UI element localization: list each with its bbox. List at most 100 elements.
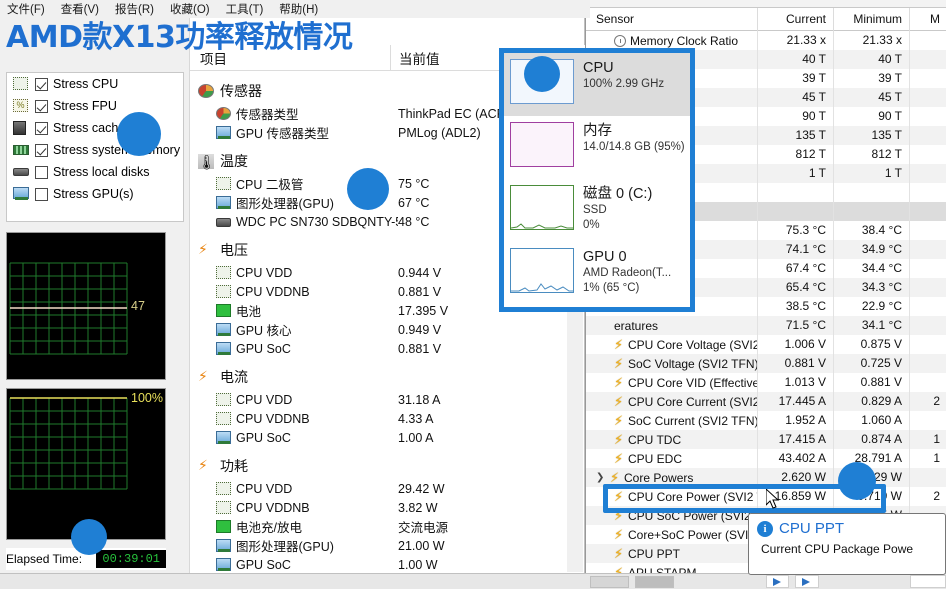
summary-row[interactable]: CPU VDD 29.42 W <box>190 479 585 498</box>
task-manager-resource-row[interactable]: 磁盘 0 (C:) SSD 0% <box>504 179 690 242</box>
taskbar-button-1[interactable] <box>590 575 630 588</box>
sensor-minimum-value: 45 T <box>834 88 910 107</box>
sensor-minimum-value: 0.725 V <box>834 354 910 373</box>
summary-row-value: 0.881 V <box>398 341 442 356</box>
summary-row-value: 1.00 A <box>398 430 434 445</box>
sensor-maximum-value: 2 <box>933 489 940 503</box>
summary-row-label: 图形处理器(GPU) <box>236 197 334 211</box>
sensor-minimum-value: 39 T <box>834 69 910 88</box>
resource-graph-thumbnail <box>510 185 574 230</box>
sensor-name-label: eratures <box>614 318 659 333</box>
sensor-maximum-value <box>910 107 946 126</box>
summary-group-title: 电流 <box>220 369 248 385</box>
sensor-current-value: 74.1 °C <box>758 240 834 259</box>
sensor-maximum-value <box>910 278 946 297</box>
sensor-name-cell: ⚡ Core+SoC Power (SVI2 T... <box>586 525 758 544</box>
summary-row[interactable]: CPU VDDNB 4.33 A <box>190 409 585 428</box>
table-row[interactable]: ⚡ CPU Core VID (Effective) 1.013 V 0.881 V <box>586 373 946 392</box>
chevron-right-icon[interactable]: ❯ <box>596 472 606 483</box>
taskbar <box>0 573 946 589</box>
summary-row-name-cell: GPU 传感器类型 <box>216 123 398 142</box>
sensor-minimum-value: 34.3 °C <box>834 278 910 297</box>
sensor-name-label: CPU EDC <box>628 451 683 466</box>
summary-row-value: 31.18 A <box>398 392 441 407</box>
checkbox[interactable] <box>35 99 48 113</box>
checkbox[interactable] <box>35 165 48 179</box>
sensor-current-value: 135 T <box>758 126 834 145</box>
summary-row-name-cell: 电池 <box>216 301 398 320</box>
gpu-icon <box>216 431 231 444</box>
checkbox[interactable] <box>35 187 48 201</box>
summary-row-name-cell: CPU VDD <box>216 266 398 280</box>
gpu-icon <box>216 196 231 209</box>
table-row[interactable]: ⚡ CPU TDC 17.415 A 0.874 A 1 <box>586 430 946 449</box>
summary-row-name-cell: CPU VDDNB <box>216 285 398 299</box>
column-header-minimum[interactable]: Minimum <box>834 7 910 31</box>
column-header-maximum[interactable]: M <box>910 8 946 31</box>
resource-detail: 0% <box>583 219 600 231</box>
summary-row-value: 21.00 W <box>398 538 445 553</box>
checkbox[interactable] <box>35 121 48 135</box>
summary-row[interactable]: 图形处理器(GPU) 21.00 W <box>190 536 585 555</box>
summary-row[interactable]: GPU 核心 0.949 V <box>190 320 585 339</box>
sensor-maximum-value <box>910 411 946 430</box>
sensor-maximum-value <box>910 240 946 259</box>
task-manager-resource-row[interactable]: GPU 0 AMD Radeon(T... 1% (65 °C) <box>504 242 690 305</box>
sensor-maximum-value <box>910 88 946 107</box>
sensor-name-label: CPU Core Voltage (SVI2 ... <box>628 337 758 352</box>
sensor-current-value: 0.881 V <box>758 354 834 373</box>
stress-option-row[interactable]: Stress local disks <box>7 161 183 183</box>
table-row[interactable]: ⚡ CPU Core Voltage (SVI2 ...1.006 V0.875 … <box>586 335 946 354</box>
taskbar-app-icon-1[interactable] <box>766 575 790 588</box>
summary-group-header[interactable]: ⚡ 功耗 <box>190 453 585 479</box>
summary-row[interactable]: GPU SoC 0.881 V <box>190 339 585 358</box>
sensor-name-label: CPU PPT <box>628 546 681 561</box>
sensor-maximum-value <box>910 126 946 145</box>
table-row[interactable]: ⚡ SoC Current (SVI2 TFN) 1.952 A 1.060 A <box>586 411 946 430</box>
summary-row[interactable]: 电池充/放电 交流电源 <box>190 517 585 536</box>
taskbar-app-icon-3[interactable] <box>910 575 946 588</box>
resource-subtitle: 100% 2.99 GHz <box>583 78 665 90</box>
table-row[interactable]: ⚡ CPU EDC 43.402 A 28.791 A1 <box>586 449 946 468</box>
table-row[interactable]: ⚡ CPU Core Current (SVI2 ...17.445 A0.829… <box>586 392 946 411</box>
summary-row[interactable]: GPU SoC 1.00 A <box>190 428 585 447</box>
sensor-maximum-value <box>910 316 946 335</box>
resource-text-block: GPU 0 AMD Radeon(T... 1% (65 °C) <box>583 248 671 296</box>
checkbox[interactable] <box>35 77 48 91</box>
table-row[interactable]: ⚡ SoC Voltage (SVI2 TFN) 0.881 V 0.725 V <box>586 354 946 373</box>
stress-option-label: Stress cache <box>53 121 126 135</box>
task-manager-resource-row[interactable]: 内存 14.0/14.8 GB (95%) <box>504 116 690 179</box>
summary-row-value: 交流电源 <box>398 521 449 535</box>
bolt-icon: ⚡ <box>614 394 624 409</box>
thermometer-icon: 🌡 <box>198 153 216 170</box>
sensor-name-label: Core+SoC Power (SVI2 T... <box>628 527 757 542</box>
stress-option-row[interactable]: Stress GPU(s) <box>7 183 183 205</box>
taskbar-app-icon-2[interactable] <box>795 575 819 588</box>
summary-row[interactable]: CPU VDDNB 3.82 W <box>190 498 585 517</box>
cpu-usage-graph-bottom: 100% <box>6 388 166 540</box>
stress-option-row[interactable]: % Stress FPU <box>7 95 183 117</box>
summary-group-header[interactable]: ⚡ 电流 <box>190 364 585 390</box>
task-manager-widget[interactable]: CPU 100% 2.99 GHz 内存 14.0/14.8 GB (95%) 磁盘 0… <box>499 48 695 312</box>
stress-options-panel: Stress CPU% Stress FPU Stress cache Stress … <box>6 72 184 222</box>
cpu-ppt-tooltip: i CPU PPT Current CPU Package Powe <box>748 513 946 575</box>
checkbox[interactable] <box>35 143 48 157</box>
sensor-current-value: 38.5 °C <box>758 297 834 316</box>
annotation-dot-temp <box>347 168 389 210</box>
column-header-current[interactable]: Current <box>758 7 834 31</box>
sensor-current-value: 17.445 A <box>758 392 834 411</box>
summary-row[interactable]: CPU VDD 31.18 A <box>190 390 585 409</box>
fpu-icon: % <box>13 98 30 114</box>
resource-title: 内存 <box>583 123 612 139</box>
annotation-dot-stress <box>117 112 161 156</box>
summary-row[interactable]: GPU SoC 1.00 W <box>190 555 585 574</box>
bolt-icon: ⚡ <box>198 368 208 384</box>
taskbar-button-2[interactable] <box>635 575 675 588</box>
sensor-minimum-value: 34.1 °C <box>834 316 910 335</box>
table-row[interactable]: eratures 71.5 °C 34.1 °C <box>586 316 946 335</box>
column-header-value[interactable]: 当前值 <box>390 44 440 71</box>
cpu-icon <box>216 393 231 406</box>
stress-option-row[interactable]: Stress CPU <box>7 73 183 95</box>
annotation-title: AMD款X13功率释放情况 <box>6 20 353 55</box>
column-header-sensor[interactable]: Sensor <box>586 7 758 31</box>
